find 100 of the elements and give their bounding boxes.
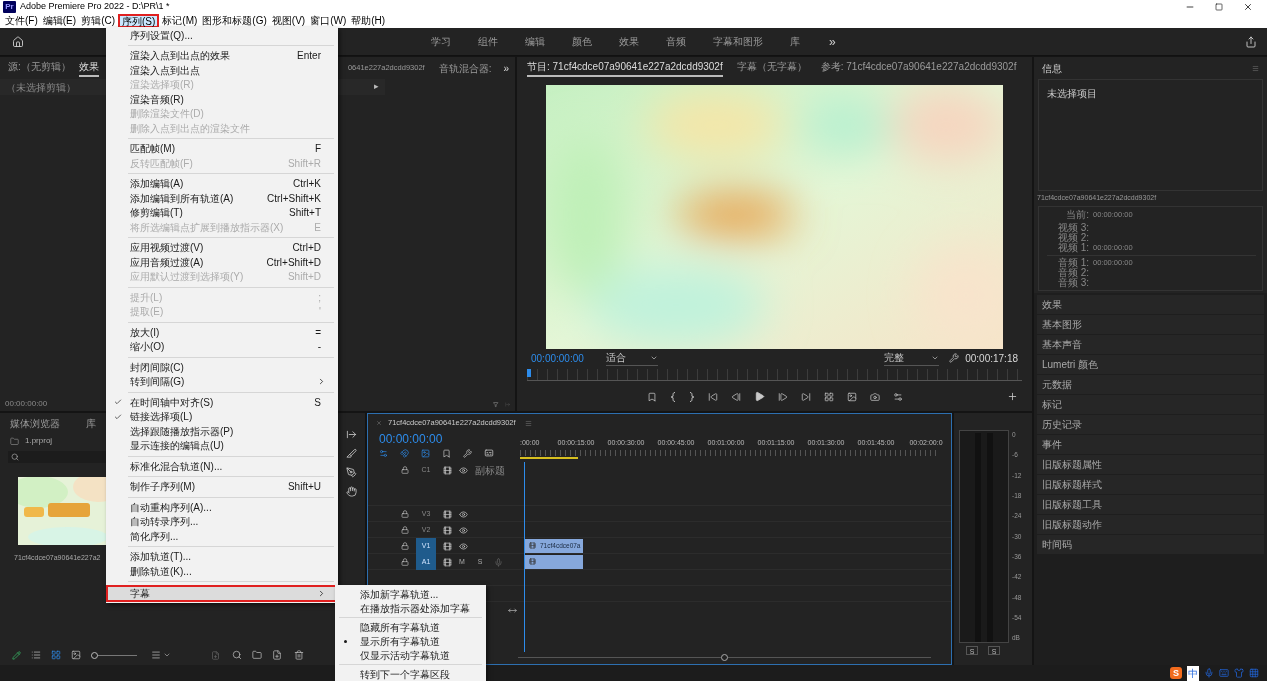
menu-item[interactable]: 匹配帧(M) F <box>106 141 338 156</box>
pencil-icon[interactable] <box>12 650 21 660</box>
menu-item[interactable]: 渲染入点到出点 <box>106 63 338 78</box>
menu-item[interactable]: 在播放指示器处添加字幕 <box>335 601 486 615</box>
workspace-tab[interactable]: 字幕和图形 <box>701 34 775 49</box>
wrench-icon[interactable] <box>949 353 960 363</box>
skip-forward-icon[interactable] <box>801 391 811 402</box>
skip-back-icon[interactable] <box>708 391 718 402</box>
menu-bar-item[interactable]: 窗口(W) <box>308 13 349 28</box>
lock-icon[interactable] <box>401 510 409 518</box>
film-icon[interactable] <box>443 541 452 551</box>
ime-mode[interactable]: 中 <box>1187 665 1199 681</box>
menu-bar-item[interactable]: 编辑(E) <box>40 13 79 28</box>
audio-clip[interactable] <box>525 554 583 569</box>
panel-tab[interactable]: 参考: 71cf4cdce07a90641e227a2dcdd9302f <box>820 59 1017 77</box>
panel-item[interactable]: 基本图形 <box>1037 314 1264 334</box>
step-back-icon[interactable] <box>731 391 741 402</box>
lock-icon[interactable] <box>401 526 409 534</box>
workspace-tab[interactable]: 效果 <box>607 34 651 49</box>
menu-item[interactable]: 添加编辑(A) Ctrl+K <box>106 176 338 191</box>
menu-item[interactable]: 缩小(O) - <box>106 339 338 354</box>
menu-item[interactable]: 序列设置(Q)... <box>106 28 338 43</box>
eye-icon[interactable] <box>459 465 468 475</box>
panel-item[interactable]: Lumetri 颜色 <box>1037 354 1264 374</box>
restore-icon[interactable] <box>1215 2 1223 11</box>
menu-item[interactable]: 添加新字幕轨道... <box>335 587 486 601</box>
more-workspaces-button[interactable]: » <box>829 32 836 51</box>
menu-item[interactable]: 显示连接的编辑点(U) <box>106 438 338 453</box>
play-icon[interactable] <box>754 391 765 402</box>
menu-item[interactable]: 应用视频过渡(V) Ctrl+D <box>106 240 338 255</box>
menu-item[interactable]: 字幕 <box>106 584 338 602</box>
workspace-tab[interactable]: 编辑 <box>513 34 557 49</box>
menu-item[interactable]: 简化序列... <box>106 529 338 544</box>
left-brace-icon[interactable] <box>670 391 676 402</box>
timecode[interactable]: 00:00:00:00 <box>531 350 584 366</box>
menu-item[interactable]: 链接选择项(L) <box>106 409 338 424</box>
plus-icon[interactable] <box>1007 391 1018 402</box>
menu-item[interactable]: 在时间轴中对齐(S) S <box>106 395 338 410</box>
slider-thumb[interactable] <box>91 651 98 659</box>
timecode[interactable]: 00:00:00:00 <box>379 432 520 447</box>
panel-item[interactable]: 旧版标题属性 <box>1037 454 1264 474</box>
menu-item[interactable]: 显示所有字幕轨道 <box>335 634 486 648</box>
marker-icon[interactable] <box>442 448 451 458</box>
menu-bar-item[interactable]: 图形和标题(G) <box>200 13 269 28</box>
panel-tab[interactable]: 信息 <box>1042 60 1062 76</box>
panel-item[interactable]: 事件 <box>1037 434 1264 454</box>
marker-icon[interactable] <box>647 391 657 402</box>
icon-view-icon[interactable] <box>51 650 61 660</box>
grid-icon[interactable] <box>1249 668 1259 678</box>
workspace-tab[interactable]: 音频 <box>654 34 698 49</box>
menu-item[interactable]: 放大(I) = <box>106 325 338 340</box>
menu-bar-item[interactable]: 标记(M) <box>160 13 200 28</box>
panel-item[interactable]: 旧版标题工具 <box>1037 494 1264 514</box>
menu-item[interactable]: 转到间隔(G) <box>106 374 338 389</box>
menu-item[interactable]: 渲染音频(R) <box>106 92 338 107</box>
eye-icon[interactable] <box>459 541 468 551</box>
menu-item[interactable]: 添加轨道(T)... <box>106 549 338 564</box>
share-icon[interactable] <box>1245 35 1257 48</box>
menu-item[interactable]: 隐藏所有字幕轨道 <box>335 620 486 634</box>
panel-tab[interactable]: 库 <box>86 415 96 431</box>
menu-bar-item[interactable]: 剪辑(C) <box>79 13 117 28</box>
sort-icon[interactable] <box>151 650 161 660</box>
wrench-icon[interactable] <box>463 448 472 458</box>
eye-icon[interactable] <box>459 525 468 535</box>
workspace-tab[interactable]: 颜色 <box>560 34 604 49</box>
menu-bar-item[interactable]: 帮助(H) <box>349 13 388 28</box>
quality-dropdown[interactable]: 完整 <box>884 350 940 366</box>
lock-icon[interactable] <box>401 466 409 474</box>
menu-bar-item[interactable]: 文件(F) <box>3 13 40 28</box>
home-icon[interactable] <box>12 35 24 48</box>
film-icon[interactable] <box>443 509 452 519</box>
workspace-tab[interactable]: 学习 <box>419 34 463 49</box>
panel-item[interactable]: 基本声音 <box>1037 334 1264 354</box>
trash-icon[interactable] <box>294 650 304 660</box>
menu-item[interactable]: 自动重构序列(A)... <box>106 500 338 515</box>
workspace-tab[interactable]: 组件 <box>466 34 510 49</box>
panel-tab[interactable]: 媒体浏览器 <box>10 415 60 431</box>
menu-item[interactable]: 修剪编辑(T) Shift+T <box>106 205 338 220</box>
camera-icon[interactable] <box>870 391 880 402</box>
close-icon[interactable] <box>1243 1 1253 12</box>
chevron-down-icon[interactable] <box>163 651 171 659</box>
workspace-tab[interactable]: 库 <box>778 34 812 49</box>
panel-tab[interactable]: 源:（无剪辑） <box>8 59 71 77</box>
new-item-icon[interactable] <box>272 650 282 660</box>
panel-tab[interactable]: 节目: 71cf4cdce07a90641e227a2dcdd9302f <box>527 59 723 77</box>
menu-item[interactable]: 添加编辑到所有轨道(A) Ctrl+Shift+K <box>106 191 338 206</box>
search-icon[interactable] <box>232 650 242 660</box>
lock-icon[interactable] <box>401 558 409 566</box>
panel-item[interactable]: 旧版标题动作 <box>1037 514 1264 534</box>
track-select-icon[interactable] <box>346 429 357 440</box>
panel-tab[interactable]: 效果 <box>78 59 99 77</box>
panel-item[interactable]: 元数据 <box>1037 374 1264 394</box>
menu-item[interactable]: 转到下一个字幕区段 <box>335 667 486 681</box>
menu-item[interactable]: 封闭间隙(C) <box>106 360 338 375</box>
menu-item[interactable]: 仅显示活动字幕轨道 <box>335 648 486 662</box>
captions-icon[interactable] <box>484 448 494 458</box>
eye-icon[interactable] <box>459 509 468 519</box>
panel-tab[interactable]: 字幕（无字幕） <box>736 59 807 77</box>
film-icon[interactable] <box>443 557 452 567</box>
lock-icon[interactable] <box>401 542 409 550</box>
